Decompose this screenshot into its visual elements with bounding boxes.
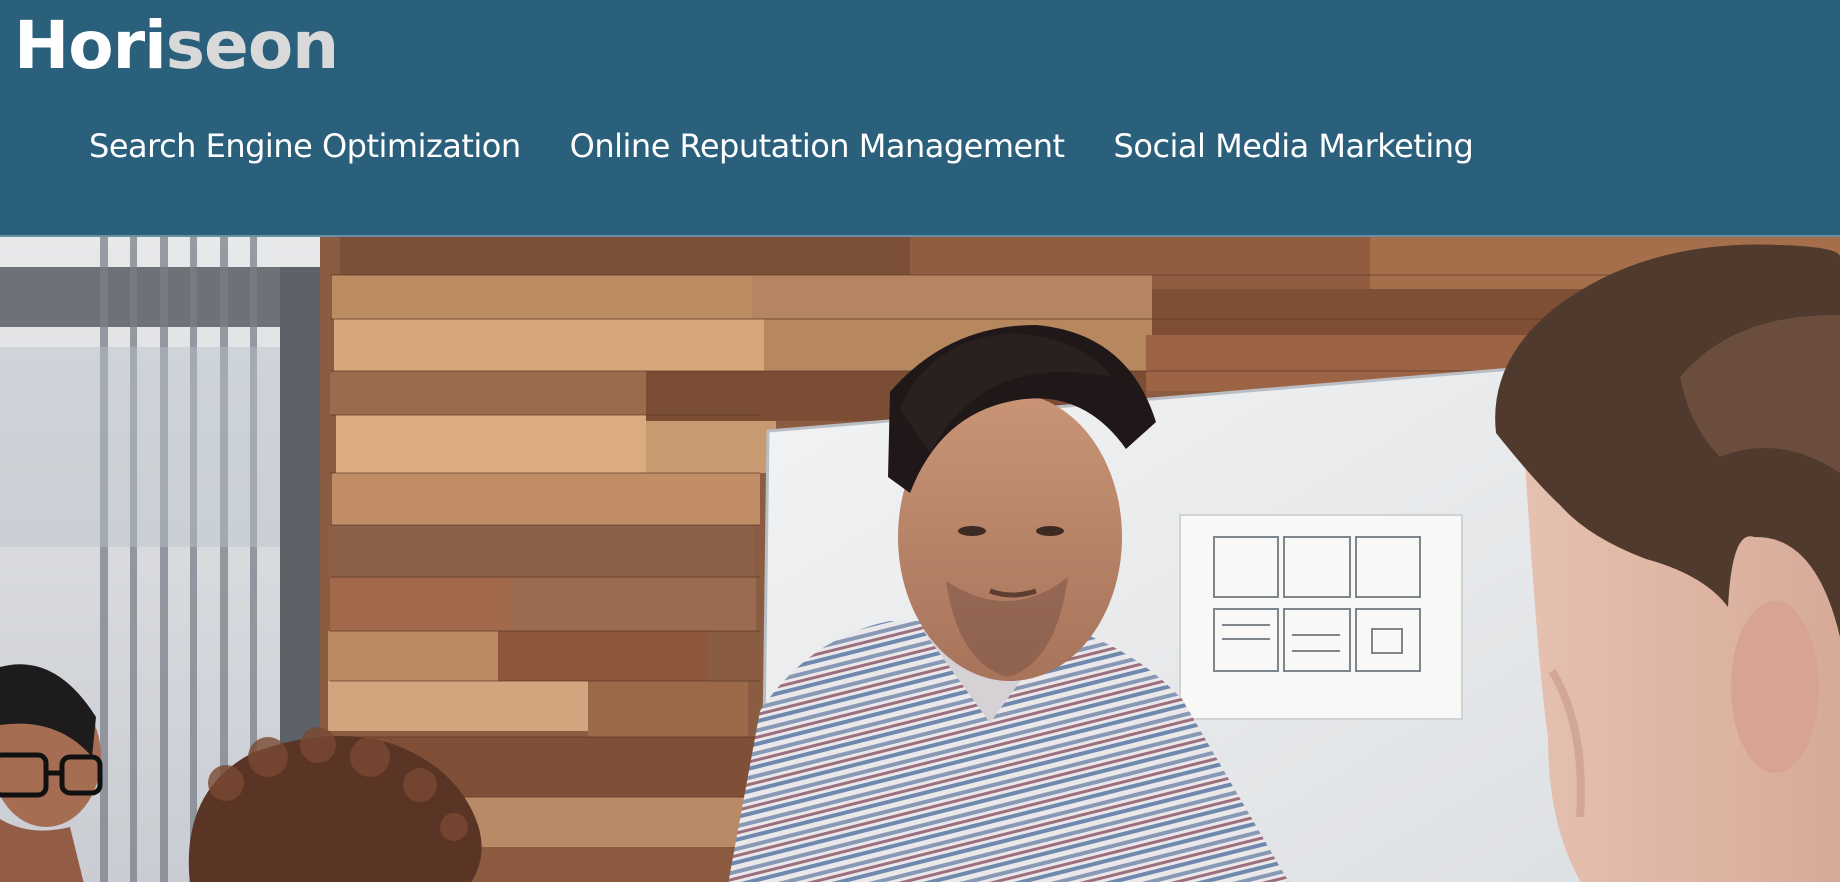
hero-image [0,235,1840,882]
main-navigation: Search Engine Optimization Online Reputa… [89,124,1474,168]
logo-text-primary: Hori [14,7,167,84]
nav-link-seo[interactable]: Search Engine Optimization [89,124,521,168]
nav-link-social-media-marketing[interactable]: Social Media Marketing [1114,124,1474,168]
site-logo[interactable]: Horiseon [14,4,339,88]
team-meeting-photo [0,237,1840,882]
site-header: Horiseon Search Engine Optimization Onli… [0,0,1840,235]
nav-link-reputation-management[interactable]: Online Reputation Management [570,124,1065,168]
logo-text-accent: seon [165,7,339,84]
